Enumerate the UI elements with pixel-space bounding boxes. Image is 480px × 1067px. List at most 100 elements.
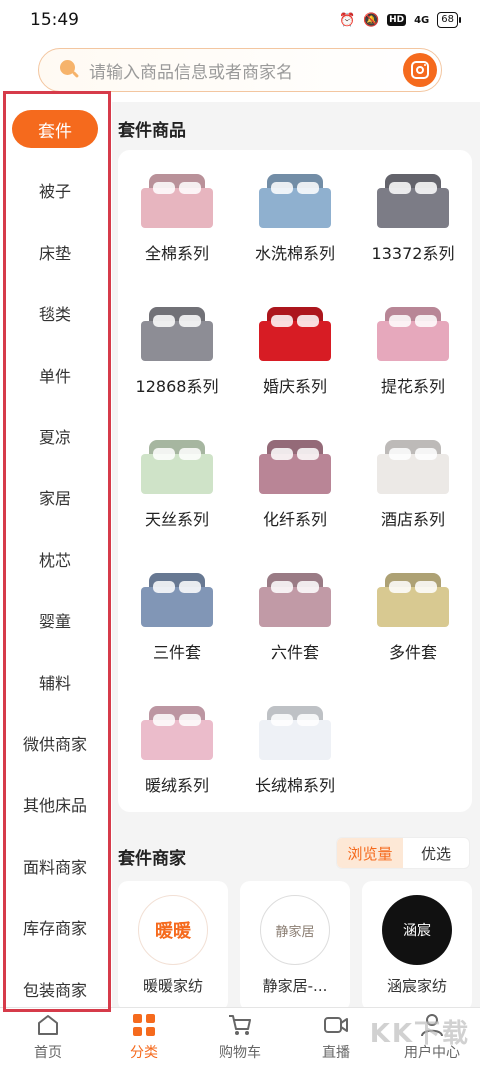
- status-icons: ⏰ 🔕 HD 4G 68: [338, 12, 461, 28]
- product-image: [375, 438, 451, 500]
- nav-category[interactable]: 分类: [96, 1008, 192, 1067]
- product-item[interactable]: 13372系列: [354, 150, 472, 278]
- search-bar: 请输入商品信息或者商家名: [0, 40, 480, 102]
- category-icon: [133, 1014, 155, 1036]
- product-label: 天丝系列: [144, 510, 209, 529]
- product-image: [139, 438, 215, 500]
- product-item[interactable]: 全棉系列: [118, 150, 236, 278]
- sidebar-item-label: 套件: [12, 110, 98, 148]
- product-item[interactable]: 长绒棉系列: [236, 682, 354, 810]
- product-label: 酒店系列: [380, 510, 445, 529]
- sidebar-item[interactable]: 单件: [0, 355, 110, 395]
- product-grid: 全棉系列 水洗棉系列 13372系列 12868系列 婚庆系列 提花系列天丝系列 化纤系列 酒…: [118, 150, 472, 812]
- product-image: [139, 305, 215, 367]
- sidebar-item-label: 夏凉: [38, 428, 71, 447]
- sidebar-item-label: 库存商家: [22, 919, 87, 939]
- products-section-title: 套件商品: [118, 121, 186, 141]
- sidebar-item-label: 家居: [38, 489, 71, 509]
- live-icon: [324, 1017, 348, 1033]
- product-item[interactable]: 多件套: [354, 549, 472, 677]
- product-item[interactable]: 婚庆系列: [236, 283, 354, 411]
- product-image: [139, 571, 215, 633]
- sidebar-item[interactable]: 夏凉: [0, 416, 110, 456]
- sidebar-item-label: 辅料: [38, 673, 71, 693]
- alarm-icon: ⏰: [338, 12, 356, 28]
- mute-bell-icon: 🔕: [362, 12, 380, 28]
- status-bar: 15:49 ⏰ 🔕 HD 4G 68: [0, 0, 480, 40]
- product-image: [257, 438, 333, 500]
- product-item[interactable]: 三件套: [118, 549, 236, 677]
- product-item[interactable]: 12868系列: [118, 283, 236, 411]
- sidebar-item[interactable]: 辅料: [0, 662, 110, 702]
- sidebar-item[interactable]: 被子: [0, 170, 110, 210]
- camera-scan-button[interactable]: [403, 53, 437, 87]
- sidebar-item-label: 被子: [38, 182, 71, 202]
- nav-label: 直播: [322, 1045, 350, 1061]
- product-label: 六件套: [270, 643, 319, 662]
- battery-icon: 68: [437, 12, 461, 28]
- product-label: 多件套: [388, 643, 437, 662]
- category-sidebar: 套件被子床垫毯类单件夏凉家居枕芯婴童辅料微供商家其他床品面料商家库存商家包装商家: [0, 102, 112, 1010]
- merchant-logo: 静家居: [260, 895, 330, 965]
- sort-tab-preferred[interactable]: 优选: [403, 838, 469, 868]
- search-input[interactable]: 请输入商品信息或者商家名: [38, 48, 442, 92]
- product-label: 水洗棉系列: [254, 244, 335, 263]
- product-image: [257, 704, 333, 766]
- product-item[interactable]: 化纤系列: [236, 416, 354, 544]
- sidebar-item-label: 包装商家: [22, 980, 87, 1000]
- sidebar-item[interactable]: 面料商家: [0, 846, 110, 886]
- sidebar-item-label: 枕芯: [38, 550, 71, 570]
- product-label: 13372系列: [371, 244, 455, 263]
- hd-badge: HD: [387, 14, 407, 26]
- nav-label: 首页: [34, 1045, 62, 1061]
- merchant-card[interactable]: 暖暖 暖暖家纺: [118, 881, 228, 1011]
- product-item[interactable]: 酒店系列: [354, 416, 472, 544]
- product-item[interactable]: 暖绒系列: [118, 682, 236, 810]
- merchant-logo: 涵宸: [382, 895, 452, 965]
- sidebar-item[interactable]: 包装商家: [0, 969, 110, 1009]
- merchant-card[interactable]: 静家居 静家居-...: [240, 881, 350, 1011]
- watermark: KK下载: [369, 1019, 470, 1049]
- product-image: [257, 305, 333, 367]
- sidebar-item[interactable]: 套件: [0, 109, 110, 149]
- product-label: 提花系列: [380, 377, 445, 396]
- product-image: [257, 571, 333, 633]
- product-image: [257, 172, 333, 234]
- sidebar-item-label: 微供商家: [22, 735, 87, 754]
- network-signal: 4G: [414, 14, 430, 26]
- product-item[interactable]: 水洗棉系列: [236, 150, 354, 278]
- camera-icon: [411, 61, 429, 79]
- home-icon: [38, 1015, 58, 1035]
- product-label: 化纤系列: [262, 510, 327, 529]
- merchant-name: 涵宸家纺: [386, 977, 447, 995]
- sidebar-item[interactable]: 微供商家: [0, 723, 110, 763]
- sidebar-item[interactable]: 毯类: [0, 293, 110, 333]
- sidebar-item[interactable]: 库存商家: [0, 907, 110, 947]
- nav-home[interactable]: 首页: [0, 1008, 96, 1067]
- sidebar-item[interactable]: 家居: [0, 477, 110, 517]
- sort-tab-views[interactable]: 浏览量: [337, 838, 403, 868]
- sidebar-item[interactable]: 婴童: [0, 600, 110, 640]
- sort-tabs: 浏览量 优选: [336, 837, 470, 869]
- product-image: [375, 172, 451, 234]
- product-item[interactable]: 六件套: [236, 549, 354, 677]
- product-label: 12868系列: [135, 377, 219, 396]
- merchants-section-title: 套件商家: [118, 849, 186, 869]
- sidebar-item-label: 床垫: [38, 243, 71, 263]
- search-icon: [59, 59, 81, 81]
- merchant-card[interactable]: 涵宸 涵宸家纺: [362, 881, 472, 1011]
- product-image: [375, 571, 451, 633]
- nav-label: 购物车: [219, 1045, 261, 1061]
- product-label: 全棉系列: [144, 244, 209, 263]
- sidebar-item[interactable]: 枕芯: [0, 539, 110, 579]
- product-item[interactable]: 提花系列: [354, 283, 472, 411]
- product-label: 暖绒系列: [144, 776, 209, 795]
- product-label: 长绒棉系列: [254, 776, 335, 795]
- sidebar-item-label: 单件: [38, 366, 71, 386]
- product-item[interactable]: 天丝系列: [118, 416, 236, 544]
- nav-cart[interactable]: 购物车: [192, 1008, 288, 1067]
- sidebar-item[interactable]: 其他床品: [0, 784, 110, 824]
- product-label: 三件套: [152, 643, 201, 662]
- search-placeholder: 请输入商品信息或者商家名: [89, 62, 293, 83]
- sidebar-item[interactable]: 床垫: [0, 232, 110, 272]
